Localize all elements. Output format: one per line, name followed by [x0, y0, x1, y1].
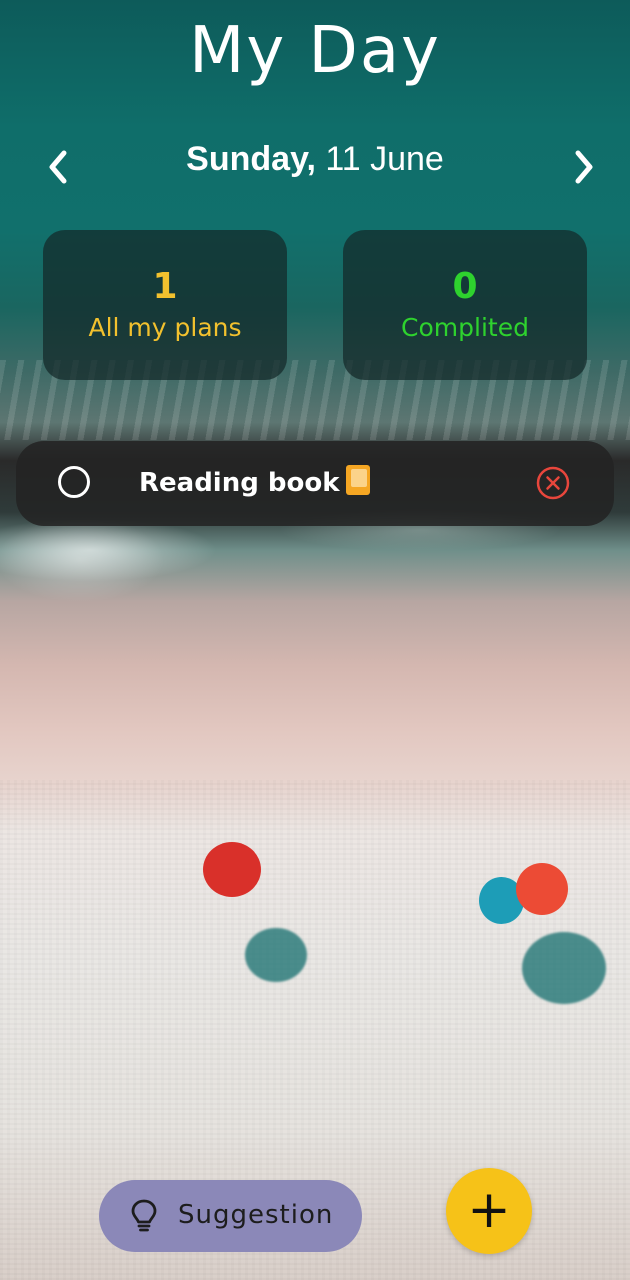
umbrella-shadow — [522, 932, 606, 1004]
all-plans-card[interactable]: 1 All my plans — [43, 230, 287, 380]
chevron-right-icon — [575, 150, 593, 184]
completed-card[interactable]: 0 Complited — [343, 230, 587, 380]
umbrella-red — [203, 842, 261, 897]
book-icon — [345, 465, 370, 495]
current-date: Sunday, 11 June — [0, 140, 630, 179]
date-weekday: Sunday, — [186, 140, 316, 178]
task-text: Reading book — [139, 468, 340, 498]
lightbulb-icon — [131, 1199, 157, 1232]
completed-label: Complited — [401, 313, 529, 342]
completed-count: 0 — [452, 266, 478, 307]
delete-task-icon[interactable] — [536, 466, 570, 500]
next-day-button[interactable] — [566, 145, 602, 189]
suggestion-button[interactable]: Suggestion — [99, 1180, 362, 1252]
task-checkbox[interactable] — [58, 466, 90, 498]
add-task-button[interactable]: + — [446, 1168, 532, 1254]
task-label: Reading book — [139, 465, 370, 498]
all-plans-count: 1 — [152, 266, 178, 307]
task-item[interactable]: Reading book — [16, 441, 614, 526]
umbrella-red — [516, 863, 568, 915]
all-plans-label: All my plans — [88, 313, 242, 342]
date-day-month: 11 June — [315, 140, 444, 178]
page-title: My Day — [189, 14, 441, 88]
suggestion-label: Suggestion — [178, 1200, 334, 1230]
umbrella-shadow — [245, 928, 307, 982]
